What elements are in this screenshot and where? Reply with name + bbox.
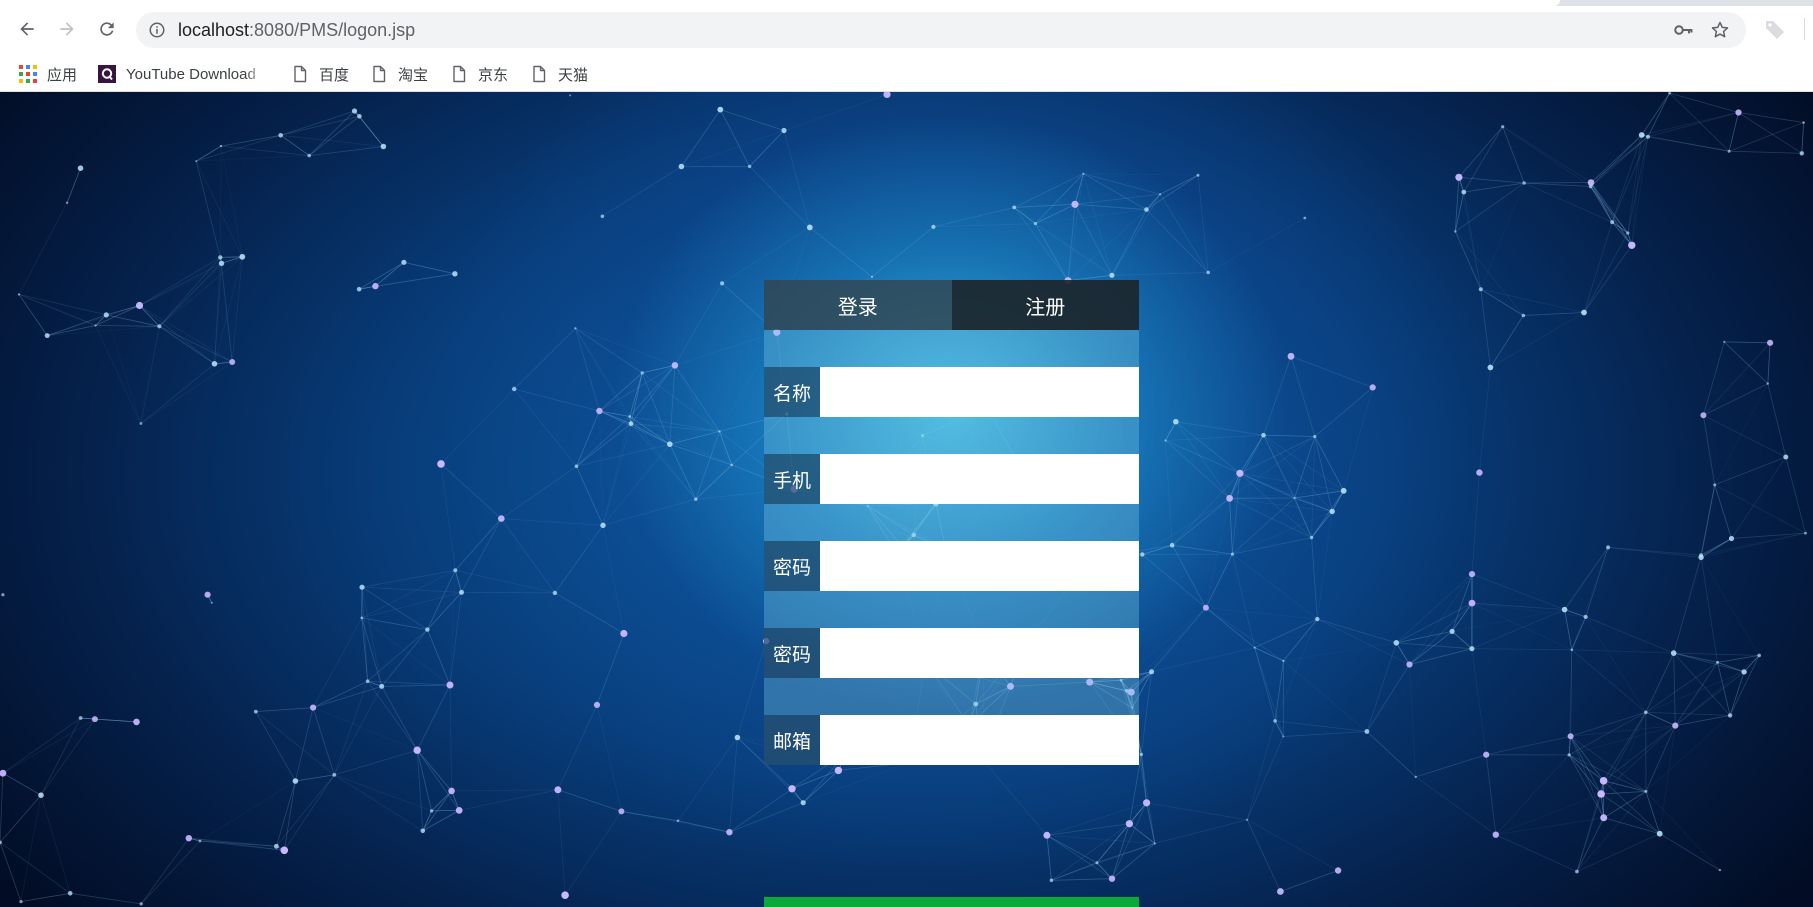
tab-register[interactable]: 注册	[951, 280, 1139, 330]
register-submit-button[interactable]: 注册	[764, 897, 1139, 907]
password-row: 密码	[764, 541, 1139, 591]
bookmark-label: 淘宝	[398, 66, 429, 84]
forward-arrow-icon	[60, 22, 74, 36]
forward-button[interactable]	[52, 14, 82, 44]
reload-icon	[100, 22, 114, 36]
email-input[interactable]	[820, 715, 1139, 765]
star-icon[interactable]	[1710, 20, 1730, 40]
phone-label: 手机	[764, 454, 820, 504]
form-spacer	[764, 504, 1139, 541]
confirm-password-row: 密码	[764, 628, 1139, 678]
bookmark-baidu[interactable]: 百度	[291, 62, 349, 86]
phone-input[interactable]	[820, 454, 1139, 504]
address-bar[interactable]: localhost:8080/PMS/logon.jsp	[136, 12, 1746, 48]
bookmarks-bar: 应用 YouTube Download 百度 淘宝 京东 天猫	[0, 56, 1813, 92]
reload-button[interactable]	[92, 14, 122, 44]
page-content: 登录 注册 名称 手机 密码 密码 邮箱 注册	[0, 92, 1813, 907]
bookmark-taobao[interactable]: 淘宝	[370, 62, 428, 86]
form-spacer	[764, 678, 1139, 715]
tab-strip	[0, 0, 1813, 6]
url-text[interactable]: localhost:8080/PMS/logon.jsp	[178, 20, 415, 41]
info-icon[interactable]	[148, 21, 166, 39]
confirm-password-input[interactable]	[820, 628, 1139, 678]
email-row: 邮箱	[764, 715, 1139, 765]
bookmark-youtube-download[interactable]: YouTube Download	[98, 62, 266, 86]
bookmark-label: YouTube Download	[126, 65, 256, 83]
back-button[interactable]	[12, 14, 42, 44]
page-icon	[453, 65, 466, 83]
bookmark-tmall[interactable]: 天猫	[530, 62, 588, 86]
phone-row: 手机	[764, 454, 1139, 504]
key-icon[interactable]	[1674, 21, 1694, 39]
browser-toolbar: localhost:8080/PMS/logon.jsp	[0, 0, 1813, 56]
password-label: 密码	[764, 541, 820, 591]
form-spacer	[764, 330, 1139, 367]
name-input[interactable]	[820, 367, 1139, 417]
bookmark-label: 百度	[319, 66, 350, 84]
form-tabs: 登录 注册	[764, 280, 1139, 330]
bookmark-apps[interactable]: 应用	[19, 62, 77, 86]
youtube-downloader-icon	[98, 65, 116, 83]
name-label: 名称	[764, 367, 820, 417]
form-spacer	[764, 417, 1139, 454]
name-row: 名称	[764, 367, 1139, 417]
password-input[interactable]	[820, 541, 1139, 591]
bookmark-jd[interactable]: 京东	[450, 62, 508, 86]
extension-icon[interactable]	[1763, 17, 1787, 41]
bookmark-label: 应用	[47, 66, 78, 84]
bookmark-label: 京东	[478, 66, 509, 84]
page-icon	[533, 65, 546, 83]
apps-grid-icon	[19, 65, 37, 83]
form-spacer	[764, 591, 1139, 628]
tab-login[interactable]: 登录	[764, 280, 952, 330]
back-arrow-icon	[20, 22, 34, 36]
page-icon	[294, 65, 307, 83]
toolbar-divider	[1804, 18, 1805, 40]
page-icon	[373, 65, 386, 83]
url-path: :8080/PMS/logon.jsp	[249, 20, 416, 40]
email-label: 邮箱	[764, 715, 820, 765]
confirm-password-label: 密码	[764, 628, 820, 678]
url-host: localhost	[178, 20, 250, 40]
bookmark-label: 天猫	[558, 66, 589, 84]
